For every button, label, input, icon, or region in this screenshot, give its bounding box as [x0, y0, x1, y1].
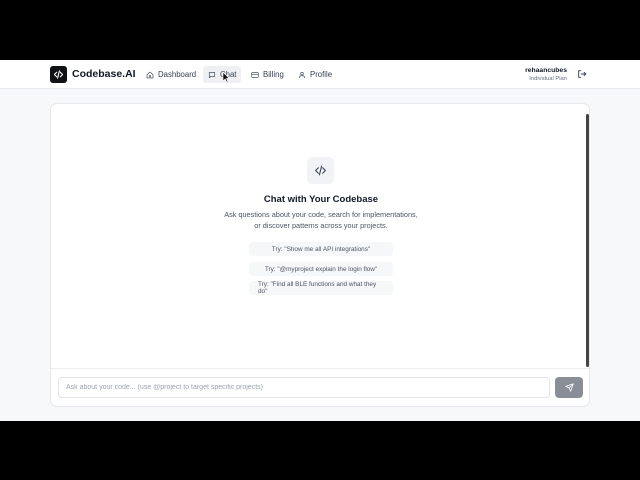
nav-dashboard[interactable]: Dashboard	[141, 66, 201, 83]
nav-billing-label: Billing	[263, 70, 284, 79]
brand-name[interactable]: Codebase.AI	[72, 68, 136, 80]
home-icon	[146, 71, 154, 78]
mouse-cursor-icon	[222, 71, 230, 83]
nav-billing[interactable]: Billing	[246, 66, 289, 83]
nav-profile-label: Profile	[310, 70, 333, 79]
hero-subtitle-line2: or discover patterns across your project…	[254, 221, 388, 230]
hero-title: Chat with Your Codebase	[263, 194, 379, 205]
card-icon	[251, 71, 259, 78]
suggestion-chip[interactable]: Try: "@myproject explain the login flow"	[249, 262, 393, 276]
send-button[interactable]	[555, 377, 583, 398]
suggestion-chip[interactable]: Try: "Show me all API integrations"	[249, 242, 393, 256]
suggestion-chip[interactable]: Try: "Find all BLE functions and what th…	[249, 281, 393, 295]
top-navbar: Codebase.AI Dashboard Chat Billing Profi…	[0, 60, 640, 89]
code-icon	[53, 70, 64, 79]
hero-icon-box	[307, 157, 334, 184]
brand-logo[interactable]	[50, 66, 67, 83]
chat-icon	[208, 71, 216, 78]
user-info: rehaancubes Individual Plan	[525, 67, 567, 82]
composer-divider	[51, 368, 591, 369]
hero-subtitle-line1: Ask questions about your code, search fo…	[224, 210, 418, 219]
scrollbar[interactable]	[586, 114, 589, 367]
logout-icon[interactable]	[577, 69, 587, 79]
user-icon	[298, 71, 306, 78]
user-name: rehaancubes	[525, 67, 567, 74]
chat-panel: Chat with Your Codebase Ask questions ab…	[50, 103, 591, 407]
chat-input[interactable]	[58, 377, 550, 398]
app-window: Codebase.AI Dashboard Chat Billing Profi…	[0, 60, 640, 421]
send-icon	[564, 383, 574, 392]
nav-profile[interactable]: Profile	[293, 66, 337, 83]
code-icon	[315, 165, 326, 176]
user-plan: Individual Plan	[529, 76, 567, 82]
nav-dashboard-label: Dashboard	[158, 70, 197, 79]
